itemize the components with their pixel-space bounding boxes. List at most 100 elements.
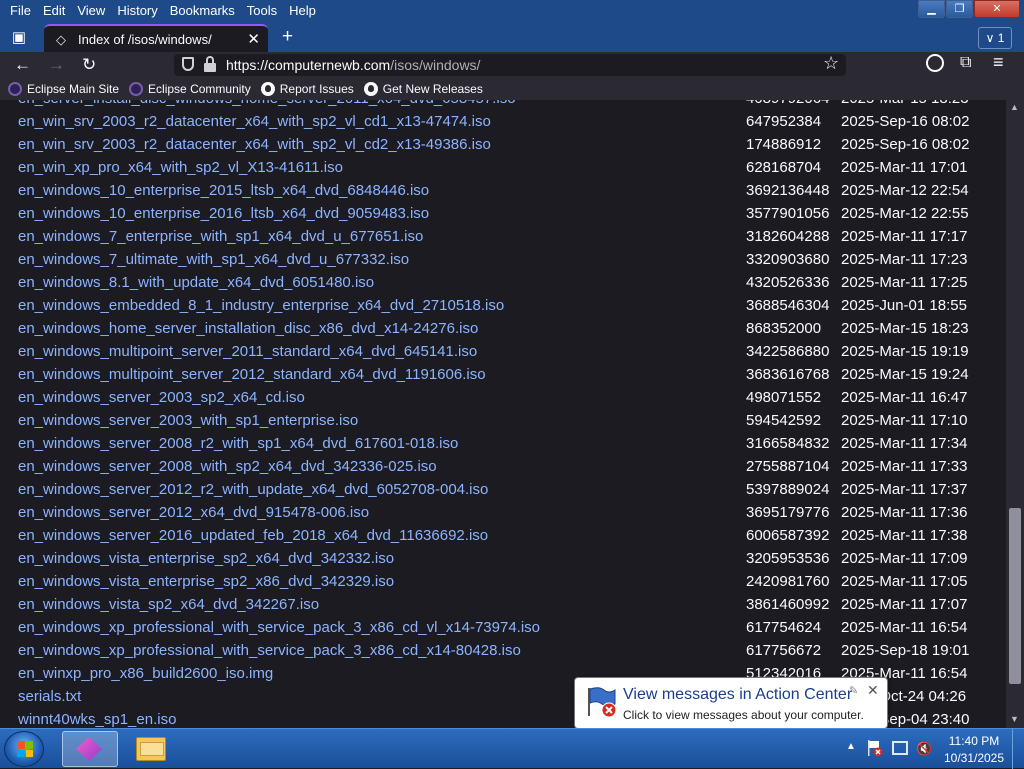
tab-list-icon[interactable]: ▣ bbox=[6, 27, 32, 49]
file-link[interactable]: en_windows_10_enterprise_2016_ltsb_x64_d… bbox=[18, 202, 429, 225]
bookmark-label: Eclipse Main Site bbox=[27, 82, 120, 96]
menu-history[interactable]: History bbox=[111, 0, 163, 22]
file-size: 3320903680 bbox=[746, 251, 830, 268]
show-desktop-button[interactable] bbox=[1012, 729, 1024, 769]
menu-bookmarks[interactable]: Bookmarks bbox=[164, 0, 241, 22]
file-date: 2025-Mar-11 17:01 bbox=[841, 159, 968, 176]
file-link[interactable]: en_windows_embedded_8_1_industry_enterpr… bbox=[18, 294, 504, 317]
file-link[interactable]: en_windows_7_ultimate_with_sp1_x64_dvd_u… bbox=[18, 248, 409, 271]
volume-muted-icon[interactable]: 🔇 bbox=[916, 741, 932, 757]
file-link[interactable]: en_windows_server_2008_with_sp2_x64_dvd_… bbox=[18, 455, 437, 478]
clock-date[interactable]: 10/31/2025 bbox=[940, 751, 1008, 765]
show-hidden-icons-icon[interactable]: ▲ bbox=[846, 741, 856, 752]
file-link[interactable]: en_win_xp_pro_x64_with_sp2_vl_X13-41611.… bbox=[18, 156, 343, 179]
navigation-toolbar: ← → ↻ https://computernewb.com/isos/wind… bbox=[0, 52, 1024, 78]
bookmark-eclipse-community[interactable]: Eclipse Community bbox=[129, 82, 251, 96]
network-icon[interactable] bbox=[892, 741, 908, 755]
file-link[interactable]: en_windows_server_2003_with_sp1_enterpri… bbox=[18, 409, 358, 432]
menu-view[interactable]: View bbox=[71, 0, 111, 22]
action-center-tray-icon[interactable] bbox=[866, 739, 884, 757]
minimize-button[interactable]: ▁ bbox=[918, 0, 945, 18]
file-listing: en_server_install_disc_windows_home_serv… bbox=[0, 100, 1000, 728]
notification-close-icon[interactable]: ✕ bbox=[867, 682, 879, 699]
file-link[interactable]: en_windows_vista_enterprise_sp2_x86_dvd_… bbox=[18, 570, 394, 593]
list-item: en_windows_vista_enterprise_sp2_x64_dvd_… bbox=[0, 547, 1000, 570]
file-link[interactable]: en_windows_multipoint_server_2012_standa… bbox=[18, 363, 486, 386]
file-link[interactable]: en_winxp_pro_x86_build2600_iso.img bbox=[18, 662, 273, 685]
url-bar[interactable]: https://computernewb.com/isos/windows/ bbox=[174, 54, 846, 76]
url-text[interactable]: https://computernewb.com/isos/windows/ bbox=[226, 57, 480, 73]
list-item: en_windows_10_enterprise_2016_ltsb_x64_d… bbox=[0, 202, 1000, 225]
new-tab-button[interactable]: + bbox=[282, 27, 293, 47]
file-link[interactable]: winnt40wks_sp1_en.iso bbox=[18, 708, 176, 728]
action-center-notification[interactable]: View messages in Action Center Click to … bbox=[574, 677, 888, 729]
lock-icon[interactable] bbox=[204, 56, 216, 72]
tab-bar: ▣ ◇ Index of /isos/windows/ ✕ + ∨ 1 bbox=[0, 22, 1024, 52]
page-scrollbar[interactable]: ▲ ▼ bbox=[1006, 100, 1024, 728]
settings-wrench-icon[interactable]: ✎ bbox=[849, 684, 858, 697]
file-size: 3577901056 bbox=[746, 205, 830, 222]
file-link[interactable]: en_windows_multipoint_server_2011_standa… bbox=[18, 340, 477, 363]
bookmark-eclipse-main-site[interactable]: Eclipse Main Site bbox=[8, 82, 119, 96]
browser-icon bbox=[76, 737, 102, 761]
file-size: 5397889024 bbox=[746, 481, 830, 498]
eclipse-icon bbox=[129, 82, 144, 96]
list-item: en_windows_server_2003_sp2_x64_cd.iso 498… bbox=[0, 386, 1000, 409]
file-link[interactable]: en_windows_7_enterprise_with_sp1_x64_dvd… bbox=[18, 225, 423, 248]
page-content: en_server_install_disc_windows_home_serv… bbox=[0, 100, 1006, 728]
folder-icon bbox=[136, 737, 166, 761]
file-link[interactable]: en_windows_vista_sp2_x64_dvd_342267.iso bbox=[18, 593, 319, 616]
scroll-up-icon[interactable]: ▲ bbox=[1010, 102, 1019, 112]
notification-title[interactable]: View messages in Action Center bbox=[623, 686, 852, 704]
file-link[interactable]: en_windows_xp_professional_with_service_… bbox=[18, 616, 540, 639]
file-date: 2025-Mar-12 22:55 bbox=[841, 205, 969, 222]
file-date: 2025-Mar-11 17:37 bbox=[841, 481, 968, 498]
bookmark-report-issues[interactable]: Report Issues bbox=[260, 82, 354, 96]
file-size: 4089792064 bbox=[746, 100, 829, 110]
file-link[interactable]: en_windows_server_2016_updated_feb_2018_… bbox=[18, 524, 488, 547]
file-link[interactable]: en_win_srv_2003_r2_datacenter_x64_with_s… bbox=[18, 133, 491, 156]
tab-close-icon[interactable]: ✕ bbox=[247, 30, 260, 48]
file-link[interactable]: en_windows_10_enterprise_2015_ltsb_x64_d… bbox=[18, 179, 429, 202]
clock-time[interactable]: 11:40 PM bbox=[944, 734, 1004, 748]
tab-index-isos-windows[interactable]: ◇ Index of /isos/windows/ ✕ bbox=[44, 24, 268, 52]
taskbar-browser-button[interactable] bbox=[62, 731, 118, 767]
file-size: 4320526336 bbox=[746, 274, 830, 291]
menu-edit[interactable]: Edit bbox=[37, 0, 71, 22]
file-link[interactable]: en_windows_home_server_installation_disc… bbox=[18, 317, 478, 340]
file-link[interactable]: en_windows_server_2012_x64_dvd_915478-00… bbox=[18, 501, 369, 524]
bookmark-star-icon[interactable]: ☆ bbox=[823, 53, 839, 74]
start-button[interactable] bbox=[4, 731, 44, 767]
menu-tools[interactable]: Tools bbox=[241, 0, 283, 22]
back-button[interactable]: ← bbox=[14, 54, 31, 76]
bookmark-get-new-releases[interactable]: Get New Releases bbox=[363, 82, 483, 96]
tracking-protection-shield-icon[interactable] bbox=[182, 57, 194, 71]
file-link[interactable]: en_windows_server_2008_r2_with_sp1_x64_d… bbox=[18, 432, 458, 455]
file-link[interactable]: en_server_install_disc_windows_home_serv… bbox=[18, 100, 516, 110]
file-link[interactable]: en_windows_server_2012_r2_with_update_x6… bbox=[18, 478, 488, 501]
menu-help[interactable]: Help bbox=[283, 0, 322, 22]
app-menu-icon[interactable]: ≡ bbox=[993, 52, 1004, 73]
file-link[interactable]: en_win_srv_2003_r2_datacenter_x64_with_s… bbox=[18, 110, 491, 133]
reload-button[interactable]: ↻ bbox=[82, 54, 96, 76]
maximize-button[interactable]: ❐ bbox=[946, 0, 973, 18]
forward-button[interactable]: → bbox=[48, 54, 65, 76]
list-item: en_windows_multipoint_server_2012_standa… bbox=[0, 363, 1000, 386]
close-window-button[interactable]: ✕ bbox=[974, 0, 1020, 18]
file-link[interactable]: en_windows_8.1_with_update_x64_dvd_60514… bbox=[18, 271, 374, 294]
tab-count-button[interactable]: ∨ 1 bbox=[978, 27, 1012, 49]
github-icon bbox=[363, 82, 378, 96]
account-icon[interactable] bbox=[926, 54, 944, 72]
scrollbar-thumb[interactable] bbox=[1009, 508, 1021, 684]
file-date: 2025-Jun-01 18:55 bbox=[841, 297, 967, 314]
list-item: en_windows_xp_professional_with_service_… bbox=[0, 639, 1000, 662]
file-link[interactable]: en_windows_xp_professional_with_service_… bbox=[18, 639, 521, 662]
extensions-icon[interactable]: ⧉ bbox=[960, 54, 971, 72]
scroll-down-icon[interactable]: ▼ bbox=[1010, 714, 1019, 724]
taskbar-explorer-button[interactable] bbox=[124, 731, 180, 767]
file-link[interactable]: en_windows_vista_enterprise_sp2_x64_dvd_… bbox=[18, 547, 394, 570]
file-link[interactable]: en_windows_server_2003_sp2_x64_cd.iso bbox=[18, 386, 305, 409]
menu-file[interactable]: File bbox=[4, 0, 37, 22]
file-size: 617754624 bbox=[746, 619, 822, 636]
file-link[interactable]: serials.txt bbox=[18, 685, 81, 708]
